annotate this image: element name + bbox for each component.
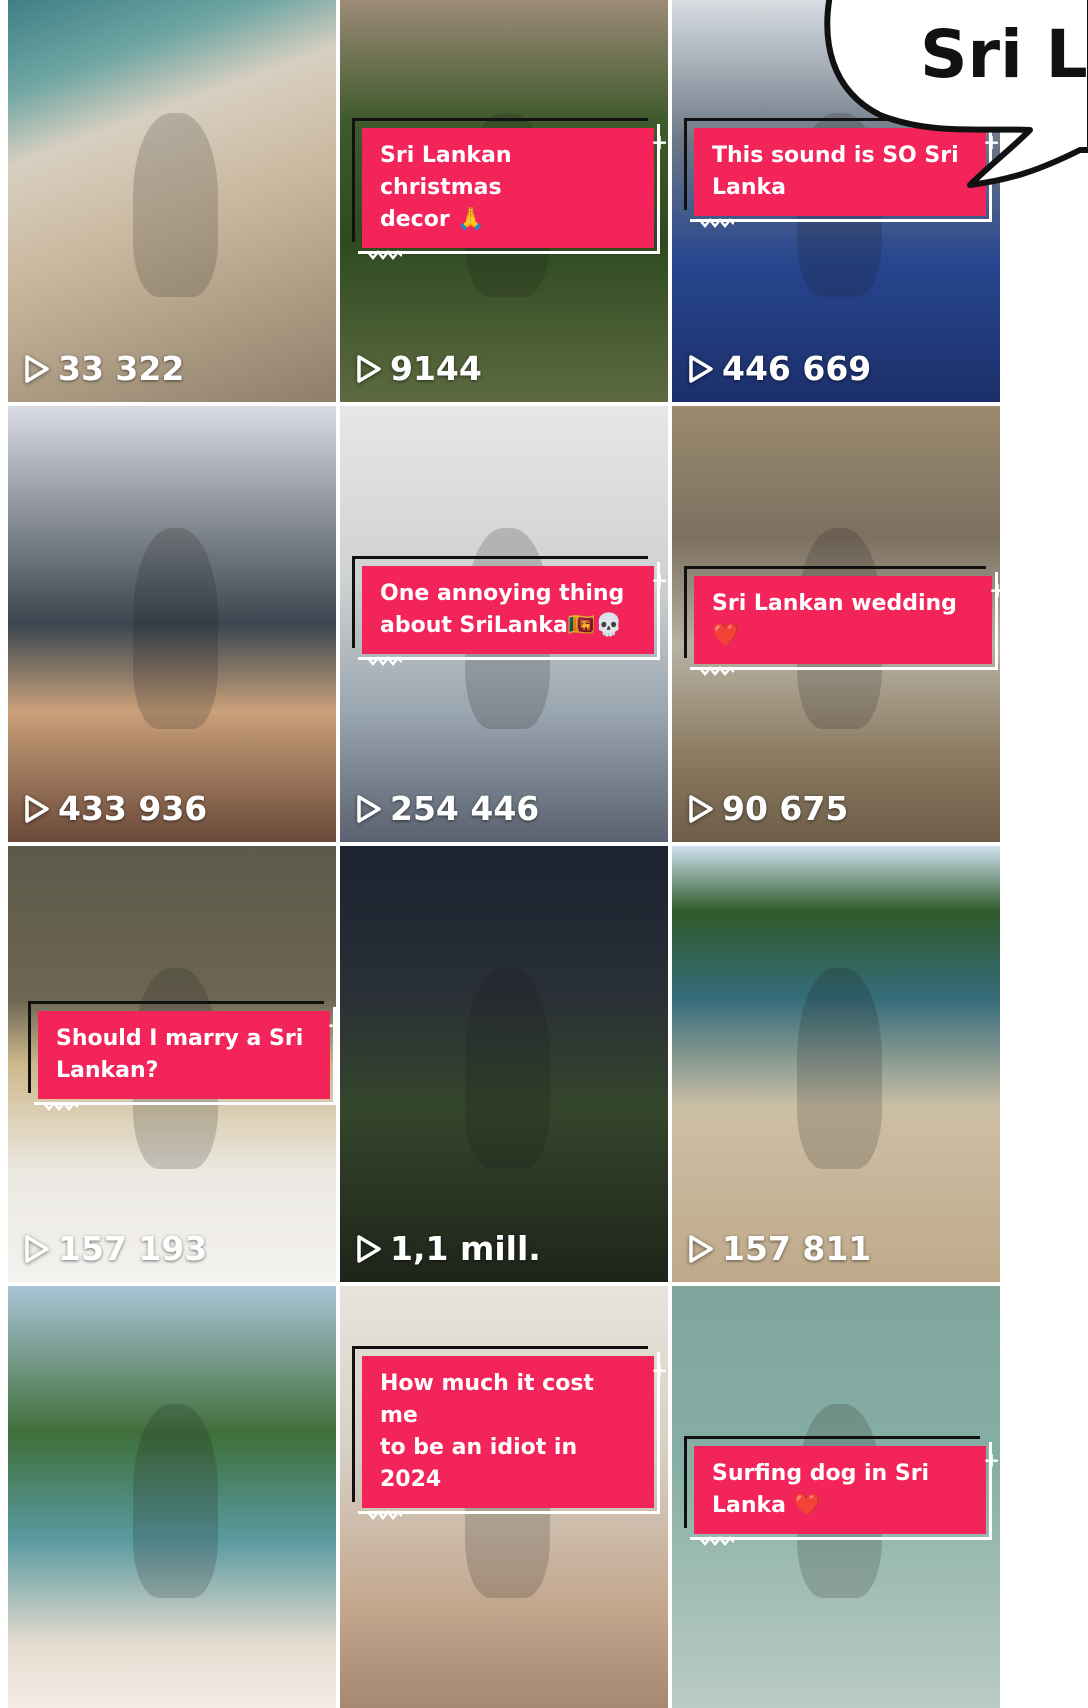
caption-line: Should I marry a Sri: [56, 1026, 304, 1051]
plus-icon: +: [651, 130, 668, 154]
view-count-text: 446 669: [722, 349, 872, 388]
view-count-text: 157 811: [722, 1229, 872, 1268]
caption-line: Sri Lankan wedding ❤️: [712, 591, 957, 648]
speech-bubble: Sri L: [820, 0, 1088, 200]
play-icon: [357, 794, 381, 823]
person-silhouette: [132, 1404, 218, 1599]
caption-sticker: Surfing dog in Sri Lanka ❤️ +: [684, 1436, 1000, 1546]
play-icon: [25, 1234, 49, 1263]
play-icon: [357, 354, 381, 383]
caption-line: How much it cost me: [380, 1371, 594, 1428]
view-count: 157 811: [688, 1229, 871, 1268]
caption-line: Lanka ❤️: [712, 1493, 822, 1518]
video-thumbnail[interactable]: Sri Lankan wedding ❤️ +90 675: [672, 406, 1000, 842]
caption-line: One annoying thing: [380, 581, 625, 606]
plus-icon: +: [651, 1358, 668, 1382]
video-thumbnail[interactable]: Should I marry a Sri Lankan? +157 193: [8, 846, 336, 1282]
video-grid: 33 322 Sri Lankan christmas decor 🙏 +9144 Th…: [0, 0, 1088, 1708]
caption-line: Sri Lankan christmas: [380, 143, 512, 200]
play-icon: [689, 1234, 713, 1263]
video-thumbnail[interactable]: Surfing dog in Sri Lanka ❤️ +: [672, 1286, 1000, 1708]
caption-line: Surfing dog in Sri: [712, 1461, 930, 1486]
view-count-text: 33 322: [58, 349, 185, 388]
caption-sticker: Should I marry a Sri Lankan? +: [28, 1001, 336, 1111]
caption-sticker: How much it cost me to be an idiot in 202…: [352, 1346, 668, 1520]
video-thumbnail[interactable]: 433 936: [8, 406, 336, 842]
speech-bubble-text: Sri L: [920, 16, 1088, 93]
plus-icon: +: [989, 578, 1000, 602]
plus-icon: +: [651, 568, 668, 592]
caption-line: decor 🙏: [380, 207, 485, 232]
person-silhouette: [796, 968, 882, 1169]
person-silhouette: [464, 968, 550, 1169]
view-count: 446 669: [688, 349, 871, 388]
grid-divider: [0, 842, 1088, 846]
view-count-text: 9144: [390, 349, 482, 388]
grid-divider: [0, 402, 1088, 406]
zigzag-icon: [700, 218, 734, 228]
view-count: 433 936: [24, 789, 207, 828]
person-silhouette: [132, 112, 218, 298]
caption-line: Lankan?: [56, 1058, 159, 1083]
view-count: 1,1 mill.: [356, 1229, 541, 1268]
video-thumbnail[interactable]: One annoying thing about SriLanka🇱🇰💀 +254 …: [340, 406, 668, 842]
play-icon: [689, 354, 713, 383]
caption-line: about SriLanka🇱🇰💀: [380, 613, 623, 638]
caption-sticker: Sri Lankan wedding ❤️ +: [684, 566, 1000, 676]
zigzag-icon: [700, 1536, 734, 1546]
play-icon: [357, 1234, 381, 1263]
view-count: 157 193: [24, 1229, 207, 1268]
plus-icon: +: [983, 1448, 1000, 1472]
video-thumbnail[interactable]: Sri Lankan christmas decor 🙏 +9144: [340, 0, 668, 402]
view-count-text: 157 193: [58, 1229, 208, 1268]
zigzag-icon: [368, 1510, 402, 1520]
view-count: 9144: [356, 349, 482, 388]
zigzag-icon: [368, 656, 402, 666]
view-count-text: 254 446: [390, 789, 540, 828]
plus-icon: +: [327, 1013, 336, 1037]
view-count-text: 90 675: [722, 789, 849, 828]
view-count: 33 322: [24, 349, 184, 388]
caption-sticker: One annoying thing about SriLanka🇱🇰💀 +: [352, 556, 668, 666]
grid-divider: [0, 1282, 1088, 1286]
video-thumbnail[interactable]: 1,1 mill.: [340, 846, 668, 1282]
play-icon: [25, 354, 49, 383]
caption-line: to be an idiot in 2024: [380, 1435, 578, 1492]
caption-sticker: Sri Lankan christmas decor 🙏 +: [352, 118, 668, 260]
view-count: 90 675: [688, 789, 848, 828]
zigzag-icon: [700, 666, 734, 676]
video-thumbnail[interactable]: 33 322: [8, 0, 336, 402]
view-count: 254 446: [356, 789, 539, 828]
view-count-text: 433 936: [58, 789, 208, 828]
grid-divider: [336, 0, 340, 1708]
play-icon: [689, 794, 713, 823]
video-thumbnail[interactable]: [8, 1286, 336, 1708]
play-icon: [25, 794, 49, 823]
video-thumbnail[interactable]: 157 811: [672, 846, 1000, 1282]
person-silhouette: [132, 528, 218, 729]
zigzag-icon: [368, 250, 402, 260]
grid-divider: [668, 0, 672, 1708]
video-thumbnail[interactable]: How much it cost me to be an idiot in 202…: [340, 1286, 668, 1708]
zigzag-icon: [44, 1101, 78, 1111]
view-count-text: 1,1 mill.: [390, 1229, 541, 1268]
